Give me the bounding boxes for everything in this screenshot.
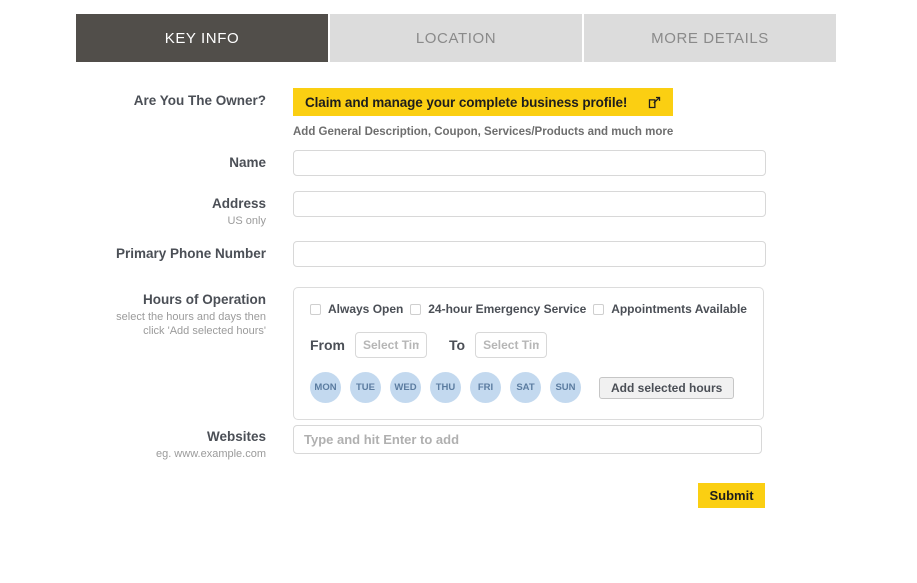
phone-field-col <box>293 241 766 267</box>
checkbox-24h-emergency-service[interactable]: 24-hour Emergency Service <box>410 302 586 316</box>
checkbox-appointments-available-box[interactable] <box>593 303 605 315</box>
websites-label-col: Websites eg. www.example.com <box>60 428 266 461</box>
from-label: From <box>310 337 345 353</box>
tab-key-info[interactable]: KEY INFO <box>76 14 328 62</box>
day-pill-fri[interactable]: FRI <box>470 372 501 403</box>
checkbox-appointments-available[interactable]: Appointments Available <box>593 302 747 316</box>
day-pill-mon[interactable]: MON <box>310 372 341 403</box>
phone-label-col: Primary Phone Number <box>60 245 266 262</box>
name-field-col <box>293 150 766 176</box>
owner-label: Are You The Owner? <box>133 93 266 108</box>
hours-sublabel-line1: select the hours and days then <box>116 311 266 323</box>
phone-input[interactable] <box>293 241 766 267</box>
day-pill-wed[interactable]: WED <box>390 372 421 403</box>
to-label: To <box>449 337 466 353</box>
checkbox-appointments-available-label: Appointments Available <box>611 302 747 316</box>
checkbox-always-open-label: Always Open <box>328 302 404 316</box>
day-pill-sun[interactable]: SUN <box>550 372 581 403</box>
day-pill-tue[interactable]: TUE <box>350 372 381 403</box>
hours-days-row: MON TUE WED THU FRI SAT SUN Add selected… <box>310 372 747 403</box>
checkbox-always-open[interactable]: Always Open <box>310 302 403 316</box>
name-input[interactable] <box>293 150 766 176</box>
hours-label: Hours of Operation <box>142 292 266 307</box>
day-pill-thu[interactable]: THU <box>430 372 461 403</box>
name-label: Name <box>229 155 266 170</box>
tab-key-info-label: KEY INFO <box>164 29 240 47</box>
submit-button[interactable]: Submit <box>698 483 765 508</box>
hours-label-col: Hours of Operation select the hours and … <box>60 291 266 338</box>
hours-field-col: Always Open 24-hour Emergency Service Ap… <box>293 287 764 420</box>
checkbox-always-open-box[interactable] <box>310 303 321 315</box>
checkbox-24h-emergency-service-label: 24-hour Emergency Service <box>428 302 587 316</box>
hours-panel: Always Open 24-hour Emergency Service Ap… <box>293 287 764 420</box>
phone-label: Primary Phone Number <box>115 246 266 261</box>
address-field-col <box>293 191 766 217</box>
websites-field-col <box>293 425 762 454</box>
checkbox-24h-emergency-service-box[interactable] <box>410 303 422 315</box>
websites-label: Websites <box>206 429 266 444</box>
websites-sublabel: eg. www.example.com <box>155 448 266 460</box>
owner-label-col: Are You The Owner? <box>60 92 266 109</box>
address-label-col: Address US only <box>60 195 266 228</box>
address-input[interactable] <box>293 191 766 217</box>
add-selected-hours-button[interactable]: Add selected hours <box>599 376 735 399</box>
hours-time-row: From To <box>310 332 747 358</box>
from-time-input[interactable] <box>355 332 427 358</box>
tab-more-details-label: MORE DETAILS <box>651 29 769 47</box>
address-label: Address <box>211 196 266 211</box>
day-pill-sat[interactable]: SAT <box>510 372 541 403</box>
claim-button-label: Claim and manage your complete business … <box>305 94 628 110</box>
tab-more-details[interactable]: MORE DETAILS <box>584 14 836 62</box>
websites-input[interactable] <box>293 425 762 454</box>
address-sublabel: US only <box>227 215 266 227</box>
to-time-input[interactable] <box>475 332 548 358</box>
tab-bar: KEY INFO LOCATION MORE DETAILS <box>76 14 836 62</box>
tab-location[interactable]: LOCATION <box>330 14 582 62</box>
claim-note-text: Add General Description, Coupon, Service… <box>293 126 674 138</box>
claim-business-profile-button[interactable]: Claim and manage your complete business … <box>293 88 673 116</box>
hours-checkbox-row: Always Open 24-hour Emergency Service Ap… <box>310 302 747 316</box>
name-label-col: Name <box>60 154 266 171</box>
owner-field-col: Claim and manage your complete business … <box>293 88 673 138</box>
hours-sublabel-line2: click 'Add selected hours' <box>143 325 266 337</box>
external-link-icon <box>647 95 661 109</box>
tab-location-label: LOCATION <box>415 29 497 47</box>
